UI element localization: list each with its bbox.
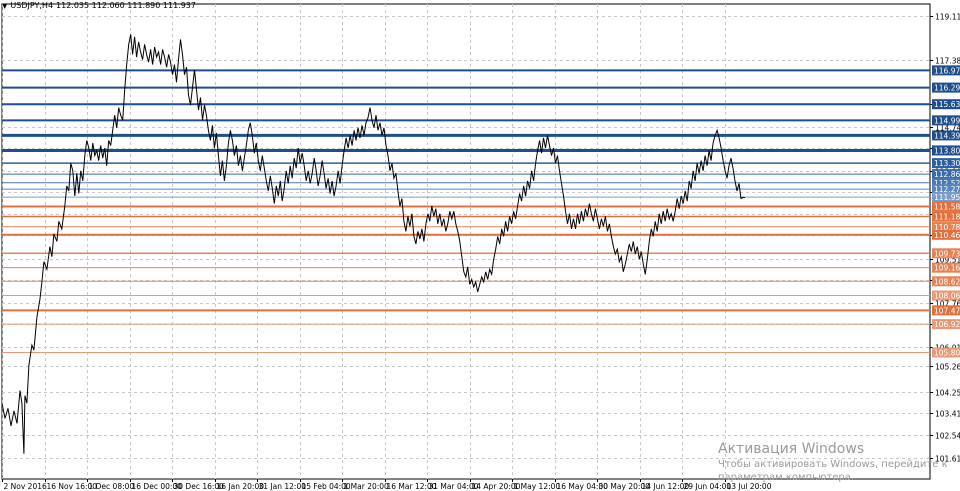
price-level-tag: 110.465 [932, 229, 960, 240]
time-axis[interactable]: 2 Nov 2016 16 Nov 16:001 Dec 08:0016 Dec … [2, 479, 772, 491]
watermark-line: параметрам компьютера. [718, 472, 855, 483]
price-tick-label: 103.415 [935, 410, 960, 419]
chart-grid [1, 3, 931, 480]
time-tick-label: 1 Mar 20:00 [344, 482, 390, 491]
time-tick-label: 16 Jan 20:00 [217, 482, 265, 491]
price-level-value: 113.302 [934, 159, 960, 168]
price-level-tag: 109.733 [932, 248, 960, 259]
watermark-line: Чтобы активировать Windows, перейдите к [718, 459, 948, 470]
price-level-tag: 116.973 [932, 65, 960, 76]
price-level-value: 111.587 [934, 202, 960, 211]
price-tick-label: 117.380 [935, 57, 960, 66]
price-tick-label: 105.265 [935, 363, 960, 372]
price-level-value: 109.733 [934, 249, 960, 258]
ohlc-values: 112.035 112.060 111.890 111.937 [56, 1, 196, 10]
price-level-value: 108.625 [934, 277, 960, 286]
level-labels: 116.973 116.291 115.634 114.995 114.399 113.8… [932, 65, 960, 358]
price-level-tag: 111.587 [932, 201, 960, 212]
time-tick-label: 1 May 12:00 [514, 482, 561, 491]
price-level-tag: 105.809 [932, 347, 960, 358]
watermark-title: Активация Windows [718, 441, 865, 457]
price-level-value: 111.188 [934, 213, 960, 222]
price-level-tag: 108.063 [932, 290, 960, 301]
price-level-tag: 107.475 [932, 305, 960, 316]
activation-watermark: Активация Windows Чтобы активировать Win… [718, 441, 948, 484]
price-level-value: 108.063 [934, 291, 960, 300]
price-level-value: 116.291 [934, 84, 960, 93]
price-chart[interactable]: 119.115117.380115.645114.740113.910113.0… [0, 0, 960, 491]
price-level-tag: 114.399 [932, 130, 960, 141]
price-level-tag: 113.804 [932, 145, 960, 156]
plot-frame [1, 3, 931, 480]
price-level-tag: 116.291 [932, 82, 960, 93]
price-tick-label: 104.255 [935, 389, 960, 398]
price-level-tag: 114.995 [932, 115, 960, 126]
symbol-label: USDJPY,H4 [10, 1, 54, 10]
price-level-tag: 112.867 [932, 169, 960, 180]
price-level-value: 116.973 [934, 66, 960, 75]
chart-header: ▼ USDJPY,H4 112.035 112.060 111.890 111.… [2, 1, 196, 10]
price-level-value: 112.867 [934, 170, 960, 179]
price-level-value: 110.465 [934, 231, 960, 240]
price-level-value: 114.995 [934, 116, 960, 125]
price-level-value: 111.957 [934, 193, 960, 202]
price-level-tag: 111.957 [932, 192, 960, 203]
price-level-value: 113.804 [934, 146, 960, 155]
time-tick-label: 31 Jan 12:00 [259, 482, 307, 491]
price-level-tag: 108.625 [932, 276, 960, 287]
price-level-tag: 113.302 [932, 158, 960, 169]
price-level-value: 107.475 [934, 306, 960, 315]
time-tick-label: 2 Nov 2016 [4, 482, 47, 491]
price-level-value: 115.634 [934, 100, 960, 109]
time-tick-label: 14 Jun 12:00 [642, 482, 690, 491]
price-level-value: 114.399 [934, 131, 960, 140]
triangle-down-icon[interactable]: ▼ [2, 2, 7, 10]
price-level-tag: 106.929 [932, 319, 960, 330]
price-tick-label: 102.540 [935, 432, 960, 441]
price-level-tag: 115.634 [932, 99, 960, 110]
price-level-value: 109.164 [934, 264, 960, 273]
price-level-tag: 111.188 [932, 211, 960, 222]
price-level-value: 106.929 [934, 320, 960, 329]
time-tick-label: 1 Dec 08:00 [89, 482, 135, 491]
price-tick-label: 119.115 [935, 13, 960, 22]
price-level-value: 105.809 [934, 348, 960, 357]
price-level-tag: 109.164 [932, 262, 960, 273]
